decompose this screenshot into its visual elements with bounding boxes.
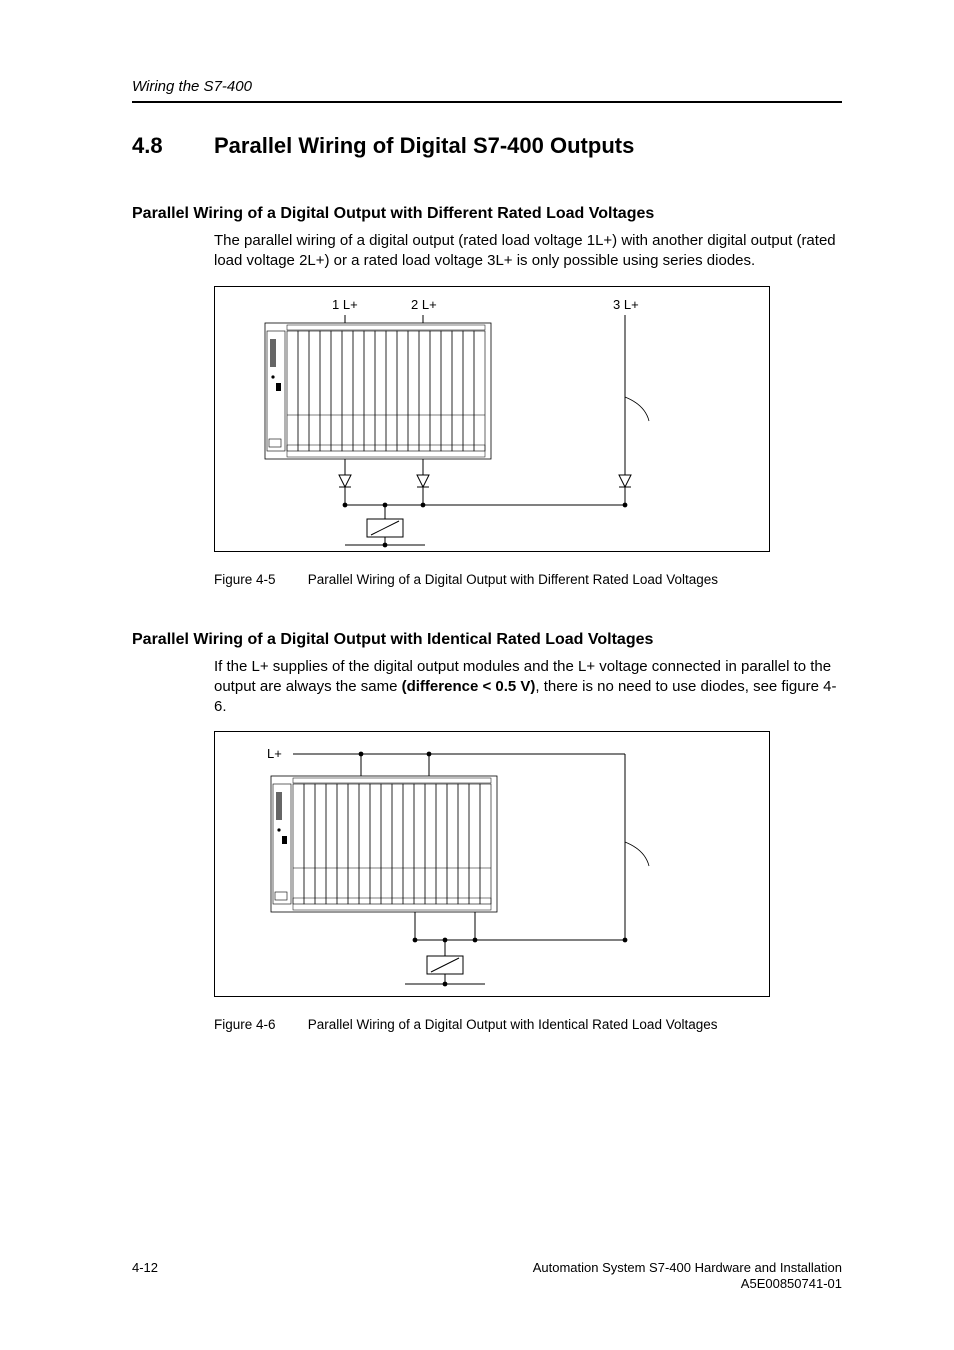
- page-number: 4-12: [132, 1260, 158, 1275]
- figure-4-5-caption: Figure 4-5 Parallel Wiring of a Digital …: [214, 572, 842, 587]
- section-title: Parallel Wiring of Digital S7-400 Output…: [214, 133, 634, 159]
- diode-2-icon: [417, 475, 429, 487]
- label-l: L+: [267, 746, 282, 761]
- figure-4-6: L+: [214, 731, 770, 997]
- section-number: 4.8: [132, 133, 214, 159]
- subhead-2: Parallel Wiring of a Digital Output with…: [132, 631, 842, 649]
- section-heading: 4.8 Parallel Wiring of Digital S7-400 Ou…: [132, 133, 842, 159]
- page-footer: 4-12 Automation System S7-400 Hardware a…: [132, 1260, 842, 1293]
- running-head: Wiring the S7-400: [132, 78, 842, 95]
- diode-1-icon: [339, 475, 351, 487]
- subhead-1: Parallel Wiring of a Digital Output with…: [132, 205, 842, 223]
- label-1l: 1 L+: [332, 297, 358, 312]
- figure-number: Figure 4-5: [214, 572, 304, 587]
- body-1: The parallel wiring of a digital output …: [214, 231, 842, 272]
- body-2: If the L+ supplies of the digital output…: [214, 657, 842, 718]
- diode-3-icon: [619, 475, 631, 487]
- header-rule: [132, 101, 842, 103]
- label-2l: 2 L+: [411, 297, 437, 312]
- footer-line2: A5E00850741-01: [533, 1276, 842, 1292]
- figure-4-6-caption: Figure 4-6 Parallel Wiring of a Digital …: [214, 1017, 842, 1032]
- figure-caption-text: Parallel Wiring of a Digital Output with…: [308, 1017, 718, 1032]
- figure-number: Figure 4-6: [214, 1017, 304, 1032]
- footer-line1: Automation System S7-400 Hardware and In…: [533, 1260, 842, 1276]
- figure-caption-text: Parallel Wiring of a Digital Output with…: [308, 572, 718, 587]
- label-3l: 3 L+: [613, 297, 639, 312]
- figure-4-5: 1 L+ 2 L+ 3 L+: [214, 286, 770, 552]
